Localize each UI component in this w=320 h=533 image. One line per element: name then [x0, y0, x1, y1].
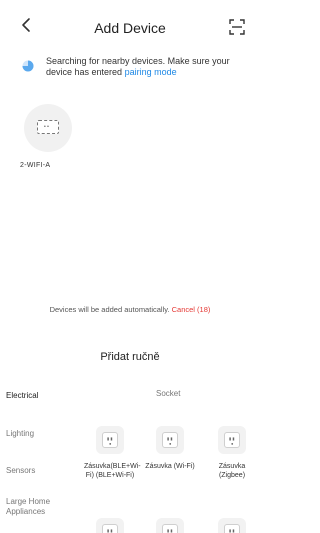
- search-message: Searching for nearby devices. Make sure …: [46, 56, 252, 78]
- socket-wifi-tile[interactable]: ▮ ▮ ●: [156, 426, 184, 454]
- header: Add Device: [0, 0, 260, 44]
- search-status: Searching for nearby devices. Make sure …: [0, 56, 260, 96]
- auto-add-notice: Devices will be added automatically. Can…: [0, 305, 260, 314]
- socket-icon: ▮ ▮ ●: [162, 432, 178, 448]
- plug-icon: • •: [37, 120, 59, 134]
- socket-zigbee-tile[interactable]: ▮ ▮ ●: [218, 426, 246, 454]
- category-electrical[interactable]: Electrical: [6, 391, 70, 401]
- scan-icon[interactable]: [228, 18, 246, 36]
- product-label: Zásuvka (Zigbee): [218, 463, 246, 479]
- product-label: Zásuvka(BLE+Wi-Fi) (BLE+Wi-Fi): [84, 463, 141, 479]
- socket-ble-wifi-tile[interactable]: ▮ ▮ ●: [96, 426, 124, 454]
- device-icon-circle: • •: [24, 104, 72, 152]
- category-lighting[interactable]: Lighting: [6, 429, 70, 439]
- loading-spinner-icon: [22, 59, 34, 72]
- page-title: Add Device: [94, 20, 166, 36]
- category-large-home-appliances[interactable]: Large Home Appliances: [6, 497, 64, 517]
- section-header-socket: Socket: [156, 389, 181, 398]
- socket-icon: ▮ ▮ ●: [102, 432, 118, 448]
- product-tile[interactable]: ▮ ▮: [96, 518, 124, 533]
- socket-icon: ▮ ▮: [102, 524, 118, 533]
- found-device-item[interactable]: • • 2-WIFI-A: [16, 104, 84, 174]
- product-label: Zásuvka (Wi-Fi): [145, 463, 195, 470]
- cancel-button[interactable]: Cancel (18): [172, 305, 211, 314]
- pairing-mode-link[interactable]: pairing mode: [125, 67, 177, 77]
- product-tile[interactable]: ▮ ▮: [218, 518, 246, 533]
- socket-icon: ▮ ▮: [162, 524, 178, 533]
- manual-add-title: Přidat ručně: [100, 351, 160, 363]
- device-name: 2-WIFI-A: [20, 162, 51, 169]
- socket-icon: ▮ ▮ ●: [224, 432, 240, 448]
- product-tile[interactable]: ▮ ▮: [156, 518, 184, 533]
- category-sensors[interactable]: Sensors: [6, 466, 70, 476]
- socket-icon: ▮ ▮: [224, 524, 240, 533]
- auto-add-text: Devices will be added automatically.: [49, 305, 170, 314]
